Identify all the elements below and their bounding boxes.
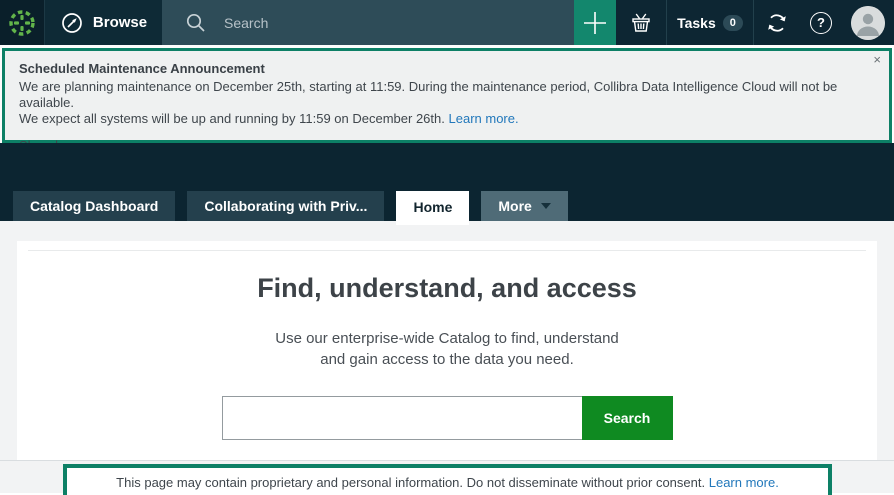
disclaimer-text: This page may contain proprietary and pe… <box>116 475 779 490</box>
hero-subtext-line1: Use our enterprise-wide Catalog to find,… <box>28 328 866 349</box>
user-menu-button[interactable] <box>842 0 894 45</box>
plus-icon <box>582 10 608 36</box>
tab-more[interactable]: More <box>481 191 567 221</box>
tab-catalog-dashboard[interactable]: Catalog Dashboard <box>13 191 175 221</box>
hero-subtext-line2: and gain access to the data you need. <box>28 349 866 370</box>
avatar <box>851 6 885 40</box>
tab-bar: Catalog Dashboard Collaborating with Pri… <box>0 143 894 221</box>
create-button[interactable] <box>574 0 616 45</box>
help-icon: ? <box>810 12 832 34</box>
catalog-search-input[interactable] <box>222 396 582 440</box>
announcement-line1: We are planning maintenance on December … <box>19 79 875 111</box>
basket-icon <box>628 10 654 36</box>
disclaimer-banner: This page may contain proprietary and pe… <box>63 464 832 495</box>
maintenance-announcement-banner: × Scheduled Maintenance Announcement We … <box>2 48 892 143</box>
catalog-search-button[interactable]: Search <box>582 396 673 440</box>
search-icon <box>184 11 208 35</box>
global-search-input[interactable]: Search <box>162 0 574 45</box>
disclaimer-text-body: This page may contain proprietary and pe… <box>116 475 705 490</box>
announcement-region: × Scheduled Maintenance Announcement We … <box>0 45 894 143</box>
collibra-app: Browse Search <box>0 0 894 495</box>
page-background: Find, understand, and access Use our ent… <box>0 221 894 460</box>
collibra-logo[interactable] <box>0 0 45 45</box>
help-button[interactable]: ? <box>800 0 842 45</box>
tab-home[interactable]: Home <box>396 191 469 225</box>
tasks-count-badge: 0 <box>723 15 743 31</box>
data-basket-button[interactable] <box>616 0 666 45</box>
tab-collaborating-with-priv[interactable]: Collaborating with Priv... <box>187 191 384 221</box>
global-search-placeholder: Search <box>224 15 268 31</box>
announcement-line2-text: We expect all systems will be up and run… <box>19 111 445 126</box>
footer-strip: This page may contain proprietary and pe… <box>0 460 894 493</box>
announcement-learn-more-link[interactable]: Learn more. <box>449 111 519 126</box>
home-panel: Find, understand, and access Use our ent… <box>17 241 877 460</box>
browse-button[interactable]: Browse <box>45 0 162 45</box>
close-icon[interactable]: × <box>873 53 881 67</box>
sync-button[interactable] <box>754 0 800 45</box>
sync-icon <box>763 9 791 37</box>
compass-icon <box>60 11 84 35</box>
tasks-label: Tasks <box>677 15 716 31</box>
panel-top-rule <box>28 250 866 251</box>
chevron-down-icon <box>541 203 551 209</box>
collibra-logo-icon <box>7 8 37 38</box>
browse-label: Browse <box>93 14 147 31</box>
catalog-search-bar: Search <box>28 396 866 440</box>
announcement-line2: We expect all systems will be up and run… <box>19 111 875 127</box>
announcement-title: Scheduled Maintenance Announcement <box>19 61 875 76</box>
page-title: Find, understand, and access <box>28 273 866 304</box>
top-navbar: Browse Search <box>0 0 894 45</box>
tasks-button[interactable]: Tasks 0 <box>666 0 754 45</box>
disclaimer-learn-more-link[interactable]: Learn more. <box>709 475 779 490</box>
hero-subtext: Use our enterprise-wide Catalog to find,… <box>28 328 866 370</box>
tab-more-label: More <box>498 191 531 221</box>
